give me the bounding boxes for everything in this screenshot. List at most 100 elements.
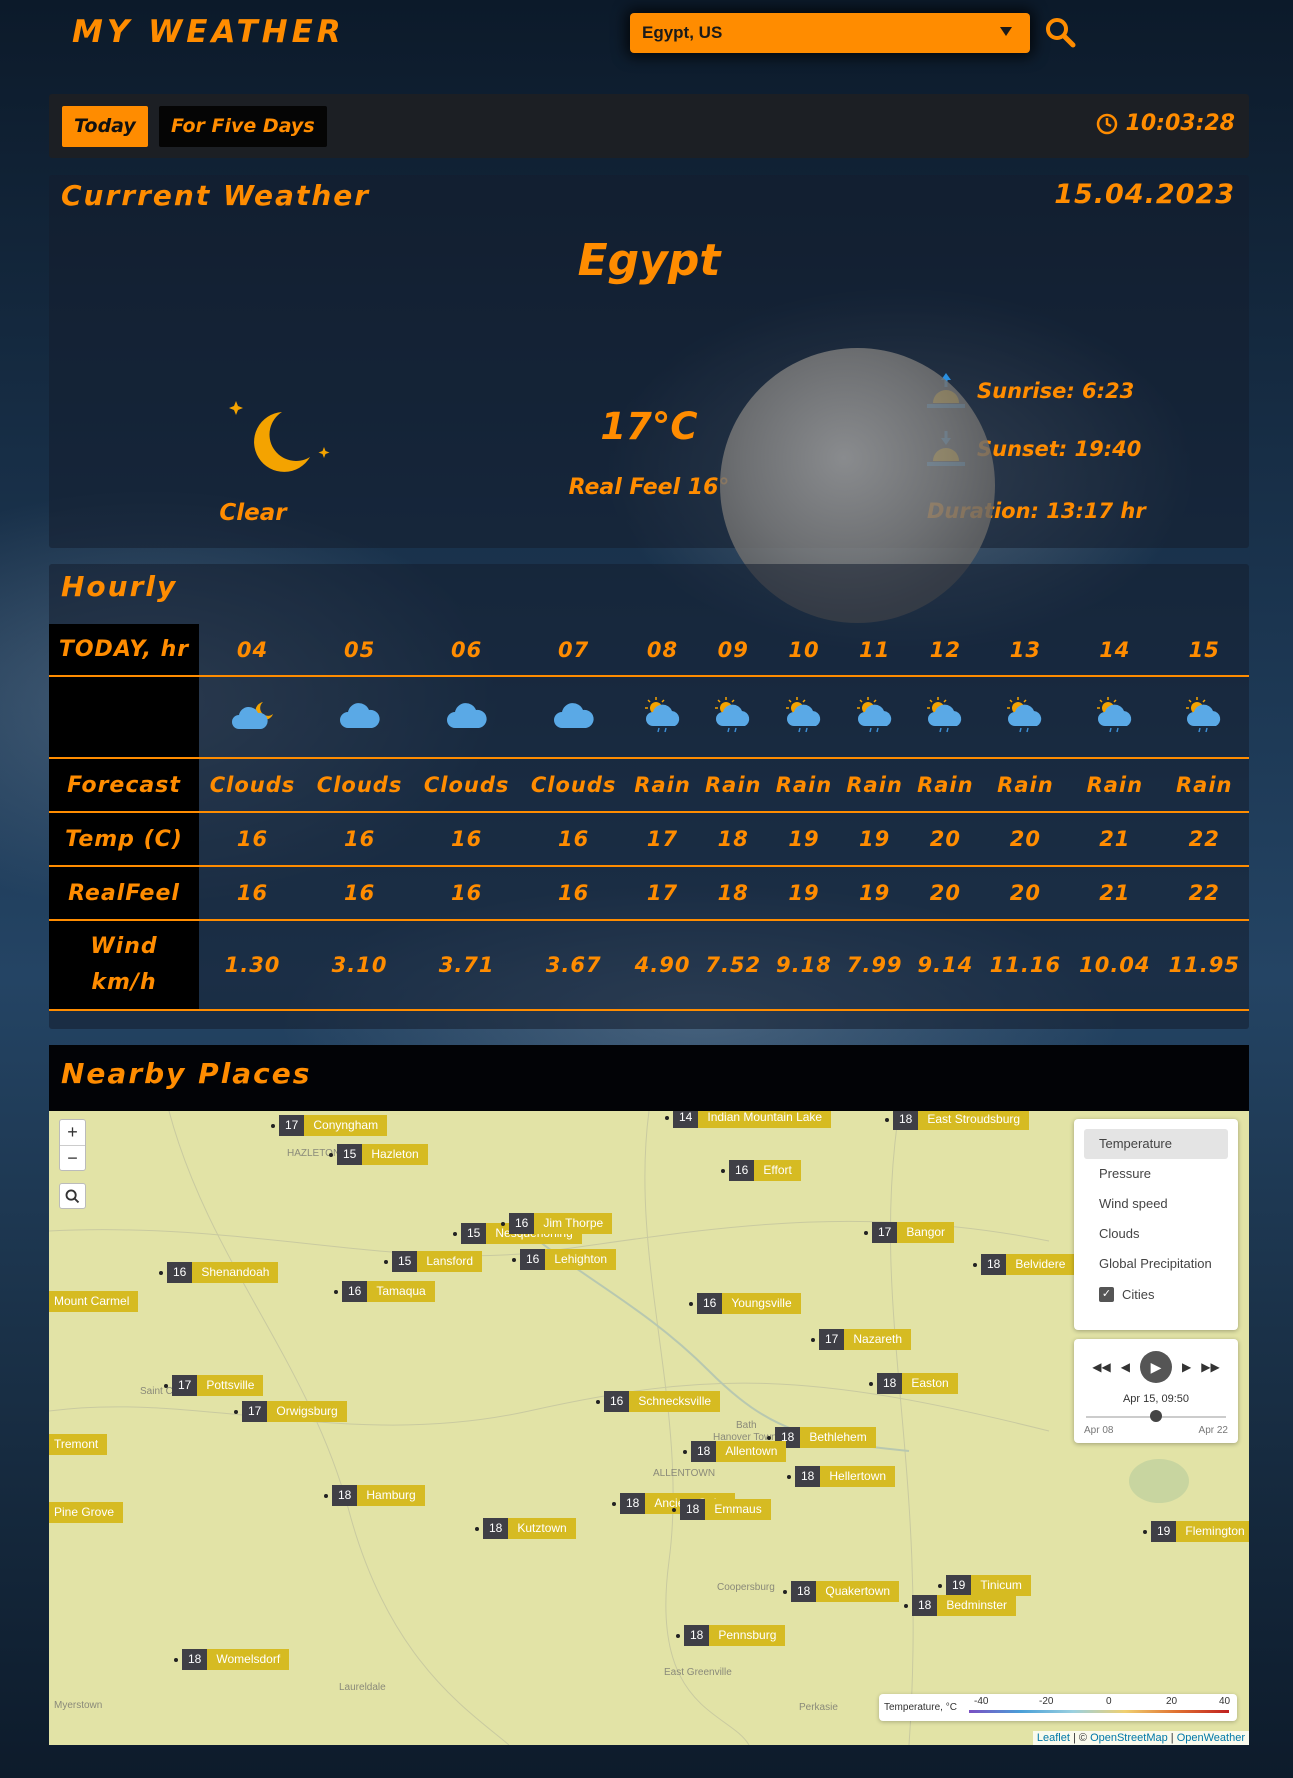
hour-cell: 09 [697,624,769,677]
city-marker[interactable]: 18 Belvidere [973,1254,1075,1275]
city-marker[interactable]: 19 Flemington [1143,1521,1249,1542]
city-dot [271,1123,275,1128]
city-dot [783,1589,787,1594]
wind-cell: 11.16 [980,920,1071,1011]
wind-cell: 7.52 [697,920,769,1011]
city-name: Lansford [417,1251,483,1272]
city-marker[interactable]: 18 Womelsdorf [174,1649,290,1670]
forecast-cell: Rain [1159,758,1249,813]
skip-forward-icon[interactable]: ▶▶ [1201,1360,1219,1374]
city-dot [683,1449,687,1454]
timeline-slider-handle[interactable] [1150,1410,1162,1422]
step-forward-icon[interactable]: ▶ [1182,1360,1191,1374]
checkbox-checked-icon[interactable]: ✓ [1099,1286,1114,1302]
temp-cell: 17 [627,812,698,867]
zoom-in-button[interactable]: + [60,1120,85,1145]
city-dot [612,1501,616,1506]
wind-cell: 7.99 [839,920,910,1011]
map-search-icon[interactable] [59,1183,86,1209]
city-marker[interactable]: 16 Jim Thorpe [501,1213,613,1234]
city-marker-partial[interactable]: Mount Carmel [49,1291,139,1312]
layer-pressure[interactable]: Pressure [1084,1159,1228,1189]
city-marker[interactable]: 18 Hamburg [324,1485,425,1506]
city-marker[interactable]: 16 Schnecksville [596,1391,721,1412]
city-marker[interactable]: 16 Tamaqua [334,1281,435,1302]
legend-tick: 0 [1106,1696,1112,1707]
view-tabbar: Today For Five Days 10:03:28 [49,94,1249,158]
city-marker[interactable]: 16 Shenandoah [159,1262,279,1283]
temp-cell: 18 [697,812,769,867]
city-marker[interactable]: 17 Nazareth [811,1329,912,1350]
city-marker[interactable]: 16 Lehighton [512,1249,617,1270]
nearby-panel: Nearby Places + − HAZLETON Saint Clair Bat… [49,1045,1249,1745]
city-marker[interactable]: 18 Quakertown [783,1581,900,1602]
city-marker[interactable]: 18 Hellertown [787,1466,896,1487]
hour-cell: 11 [839,624,910,677]
map-place-label: Coopersburg [717,1582,775,1593]
forecast-cell: Clouds [199,758,307,813]
wind-label: Wind km/h [49,920,199,1011]
sun-rain-icon [697,676,769,759]
zoom-control: + − [59,1119,86,1171]
city-marker[interactable]: 17 Bangor [864,1222,955,1243]
nearby-header: Nearby Places [49,1045,1249,1111]
real-feel: Real Feel 16° [568,475,730,500]
city-temp: 16 [342,1281,368,1302]
search-icon[interactable] [1044,16,1076,48]
wind-cell: 9.18 [768,920,840,1011]
city-marker[interactable]: 16 Effort [721,1160,801,1181]
clock-time: 10:03:28 [1125,111,1235,136]
leaflet-link[interactable]: Leaflet [1037,1732,1070,1744]
city-marker[interactable]: 17 Conyngham [271,1115,388,1136]
forecast-cell: Rain [910,758,981,813]
city-marker[interactable]: 18 East Stroudsburg [885,1111,1030,1130]
city-temp: 17 [242,1401,268,1422]
city-marker[interactable]: 18 Bedminster [904,1595,1017,1616]
realfeel-cell: 20 [980,866,1071,921]
city-marker[interactable]: 17 Orwigsburg [234,1401,347,1422]
city-marker[interactable]: 19 Tinicum [938,1575,1031,1596]
zoom-out-button[interactable]: − [60,1145,85,1170]
city-dot [324,1493,328,1498]
city-marker[interactable]: 18 Kutztown [475,1518,576,1539]
hour-cell: 13 [980,624,1071,677]
city-name: Tinicum [971,1575,1031,1596]
tab-five-days[interactable]: For Five Days [159,106,327,147]
layer-clouds[interactable]: Clouds [1084,1219,1228,1249]
dropdown-caret-icon[interactable] [1000,27,1012,36]
layer-temperature[interactable]: Temperature [1084,1129,1228,1159]
city-marker[interactable]: 18 Pennsburg [676,1625,786,1646]
osm-link[interactable]: OpenStreetMap [1090,1732,1168,1744]
city-marker-partial[interactable]: Pine Grove [49,1502,124,1523]
layer-wind-speed[interactable]: Wind speed [1084,1189,1228,1219]
weather-map[interactable]: + − HAZLETON Saint Clair Bath Hanover Towns… [49,1111,1249,1745]
city-marker-partial[interactable]: Tremont [49,1434,108,1455]
layer-global-precipitation[interactable]: Global Precipitation [1084,1249,1228,1279]
map-place-label: Bath [736,1420,757,1431]
tab-today[interactable]: Today [62,106,148,147]
city-marker[interactable]: 15 Lansford [384,1251,483,1272]
city-dot [329,1152,333,1157]
skip-back-icon[interactable]: ◀◀ [1092,1360,1110,1374]
step-back-icon[interactable]: ◀ [1121,1360,1130,1374]
city-dot [234,1409,238,1414]
condition-text: Clear [219,500,287,526]
city-marker[interactable]: 16 Youngsville [689,1293,801,1314]
map-place-label: ALLENTOWN [653,1468,716,1479]
city-marker[interactable]: 18 Easton [869,1373,958,1394]
city-marker[interactable]: 17 Pottsville [164,1375,264,1396]
sun-rain-icon [1159,676,1249,759]
cities-toggle[interactable]: ✓ Cities [1084,1279,1228,1309]
city-marker[interactable]: 18 Emmaus [672,1499,771,1520]
openweather-link[interactable]: OpenWeather [1177,1732,1245,1744]
sun-rain-icon [839,676,910,759]
city-marker[interactable]: 15 Hazleton [329,1144,428,1165]
play-icon[interactable]: ▶ [1140,1351,1172,1383]
temp-cell: 20 [910,812,981,867]
city-marker[interactable]: 14 Indian Mountain Lake [665,1111,832,1128]
city-marker[interactable]: 18 Allentown [683,1441,787,1462]
legend-tick: 20 [1166,1696,1178,1707]
realfeel-cell: 21 [1070,866,1160,921]
clock: 10:03:28 [1096,111,1235,136]
city-search-select[interactable]: Egypt, US [630,13,1030,53]
